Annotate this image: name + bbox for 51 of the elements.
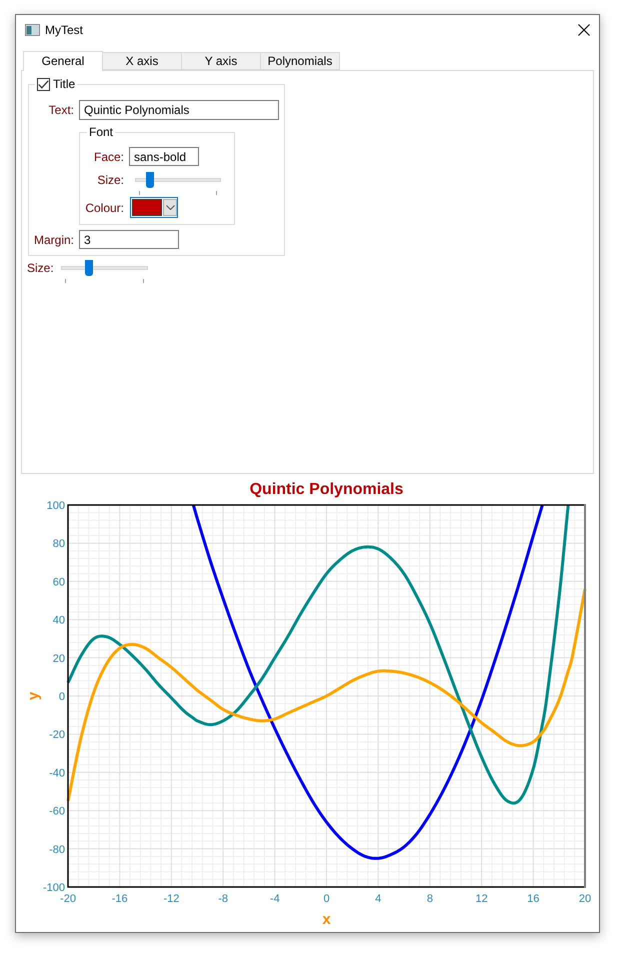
checkmark-icon	[38, 80, 49, 88]
size-slider[interactable]	[135, 172, 221, 195]
app-icon	[25, 24, 40, 36]
tab[interactable]: X axis	[102, 52, 182, 70]
y-axis-tick-label: -100	[42, 882, 65, 894]
y-axis-tick-label: 60	[52, 576, 65, 588]
tab[interactable]: General	[23, 51, 103, 71]
field-label: Text:	[48, 102, 74, 119]
x-axis-tick-label: 12	[475, 893, 488, 905]
x-axis-tick-label: 0	[323, 893, 330, 905]
text-field[interactable]: Quintic Polynomials	[79, 100, 279, 120]
x-axis-tick-label: -20	[60, 893, 76, 905]
x-axis-tick-label: -4	[270, 893, 280, 905]
field-label: Size:	[96, 172, 124, 188]
field-label: Colour:	[84, 200, 124, 216]
checkbox-label[interactable]: Title	[53, 75, 76, 93]
y-axis-tick-label: 40	[52, 614, 65, 627]
field-label: Size:	[27, 260, 55, 276]
y-axis-tick-label: -20	[49, 729, 65, 742]
x-axis-tick-label: -12	[163, 893, 180, 905]
margin-field[interactable]: 3	[79, 230, 179, 249]
x-axis-tick-label: 16	[527, 893, 540, 905]
y-axis-tick-label: -60	[49, 806, 65, 818]
field-label: Face:	[92, 148, 124, 166]
window-title: MyTest	[45, 22, 84, 38]
y-axis-tick-label: 20	[52, 652, 65, 665]
close-icon	[578, 24, 590, 36]
checkbox[interactable]	[37, 78, 50, 90]
field-label: Margin:	[32, 232, 74, 248]
slider-thumb[interactable]	[146, 172, 154, 188]
chart-title: Quintic Polynomials	[250, 480, 404, 500]
y-axis-tick-label: 100	[46, 500, 65, 512]
x-axis-tick-label: 4	[375, 893, 382, 905]
group-box-label: Font	[89, 125, 114, 139]
colour-dropdown[interactable]	[130, 197, 178, 218]
tab[interactable]: Polynomials	[260, 52, 340, 70]
y-axis-tick-label: -40	[49, 767, 65, 780]
x-axis-title: x	[322, 911, 331, 928]
x-axis-tick-label: -16	[112, 893, 128, 905]
x-axis-tick-label: -8	[218, 893, 228, 905]
x-axis-tick-label: 8	[426, 893, 433, 905]
chevron-down-icon	[163, 199, 177, 216]
y-axis-tick-label: -80	[49, 844, 65, 856]
face-field[interactable]: sans-bold	[129, 147, 199, 166]
y-axis-tick-label: 80	[52, 538, 65, 550]
x-axis-tick-label: 20	[578, 893, 592, 905]
slider-thumb[interactable]	[85, 260, 94, 276]
y-axis-tick-label: 0	[58, 691, 65, 703]
y-axis-title: y	[25, 692, 42, 700]
tab[interactable]: Y axis	[181, 52, 261, 70]
size-slider[interactable]	[61, 260, 148, 283]
